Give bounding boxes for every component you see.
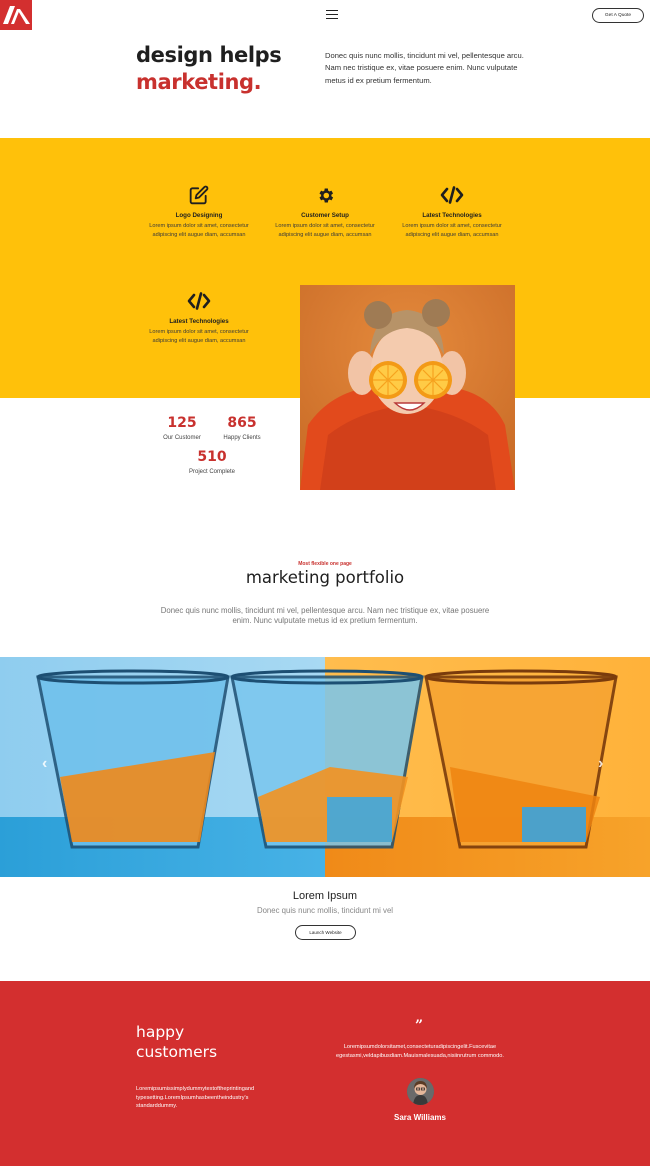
portfolio-description: Donec quis nunc mollis, tincidunt mi vel… — [160, 606, 490, 625]
hero-photo — [300, 285, 515, 490]
testimonial-author: Sara Williams — [394, 1113, 446, 1122]
feature-description: Lorem ipsum dolor sit amet, consectetur … — [149, 329, 249, 344]
code-icon — [395, 184, 509, 206]
get-a-quote-button[interactable]: Get A Quote — [592, 8, 644, 23]
hero-description: Donec quis nunc mollis, tincidunt mi vel… — [325, 51, 524, 85]
avatar — [407, 1078, 434, 1105]
portfolio-title: marketing portfolio — [245, 568, 405, 587]
site-header: Get A Quote — [0, 0, 650, 30]
slide-title: Lorem Ipsum — [292, 890, 358, 902]
hero-title: design helps marketing. — [136, 42, 282, 96]
stat-value: 125 — [167, 415, 197, 431]
stat-label: Our Customer — [163, 435, 201, 441]
code-icon — [142, 290, 256, 312]
feature-title: Customer Setup — [301, 212, 349, 219]
feature-latest-technologies-2: Latest Technologies Lorem ipsum dolor si… — [142, 290, 256, 346]
edit-icon — [142, 184, 256, 206]
slider-next-arrow-icon[interactable]: › — [598, 755, 603, 773]
stat-our-customer: 125 Our Customer — [155, 415, 209, 441]
feature-description: Lorem ipsum dolor sit amet, consectetur … — [402, 223, 502, 238]
feature-customer-setup: Customer Setup Lorem ipsum dolor sit ame… — [268, 184, 382, 240]
portfolio-slider[interactable]: ‹ › — [0, 657, 650, 877]
slide-subtitle: Donec quis nunc mollis, tincidunt mi vel — [256, 906, 394, 915]
stat-label: Happy Clients — [223, 435, 261, 441]
stat-happy-clients: 865 Happy Clients — [215, 415, 269, 441]
quote-icon: ” — [415, 1018, 424, 1034]
feature-title: Logo Designing — [175, 212, 223, 219]
hamburger-menu-icon[interactable] — [326, 10, 338, 20]
feature-description: Lorem ipsum dolor sit amet, consectetur … — [275, 223, 375, 238]
stat-value: 510 — [197, 449, 227, 465]
logo-mark-icon — [3, 6, 30, 24]
feature-title: Latest Technologies — [169, 318, 229, 325]
hero-title-line1: design helps — [136, 43, 282, 67]
portfolio-kicker: Most flexible one page — [298, 561, 352, 567]
feature-title: Latest Technologies — [422, 212, 482, 219]
testimonials-title-line2: customers — [136, 1042, 218, 1061]
testimonials-section: happy customers Loremipsumissimplydummyt… — [0, 981, 650, 1166]
testimonial-quote: Loremipsumdolorsitamet,consecteturadipis… — [336, 1044, 504, 1059]
stat-project-complete: 510 Project Complete — [178, 449, 246, 475]
hero-title-line2: marketing. — [136, 70, 262, 94]
testimonials-title-line1: happy — [136, 1023, 185, 1041]
logo[interactable] — [0, 0, 32, 30]
testimonials-intro: Loremipsumissimplydummytextoftheprinting… — [136, 1086, 255, 1110]
stat-value: 865 — [227, 415, 257, 431]
feature-latest-technologies: Latest Technologies Lorem ipsum dolor si… — [395, 184, 509, 240]
feature-logo-designing: Logo Designing Lorem ipsum dolor sit ame… — [142, 184, 256, 240]
feature-description: Lorem ipsum dolor sit amet, consectetur … — [149, 223, 249, 238]
slide-image — [0, 657, 650, 877]
stat-label: Project Complete — [188, 469, 236, 475]
testimonials-title: happy customers — [136, 1023, 217, 1062]
launch-website-button[interactable]: Launch Website — [295, 925, 356, 940]
slider-prev-arrow-icon[interactable]: ‹ — [42, 755, 47, 773]
gear-icon — [268, 184, 382, 206]
